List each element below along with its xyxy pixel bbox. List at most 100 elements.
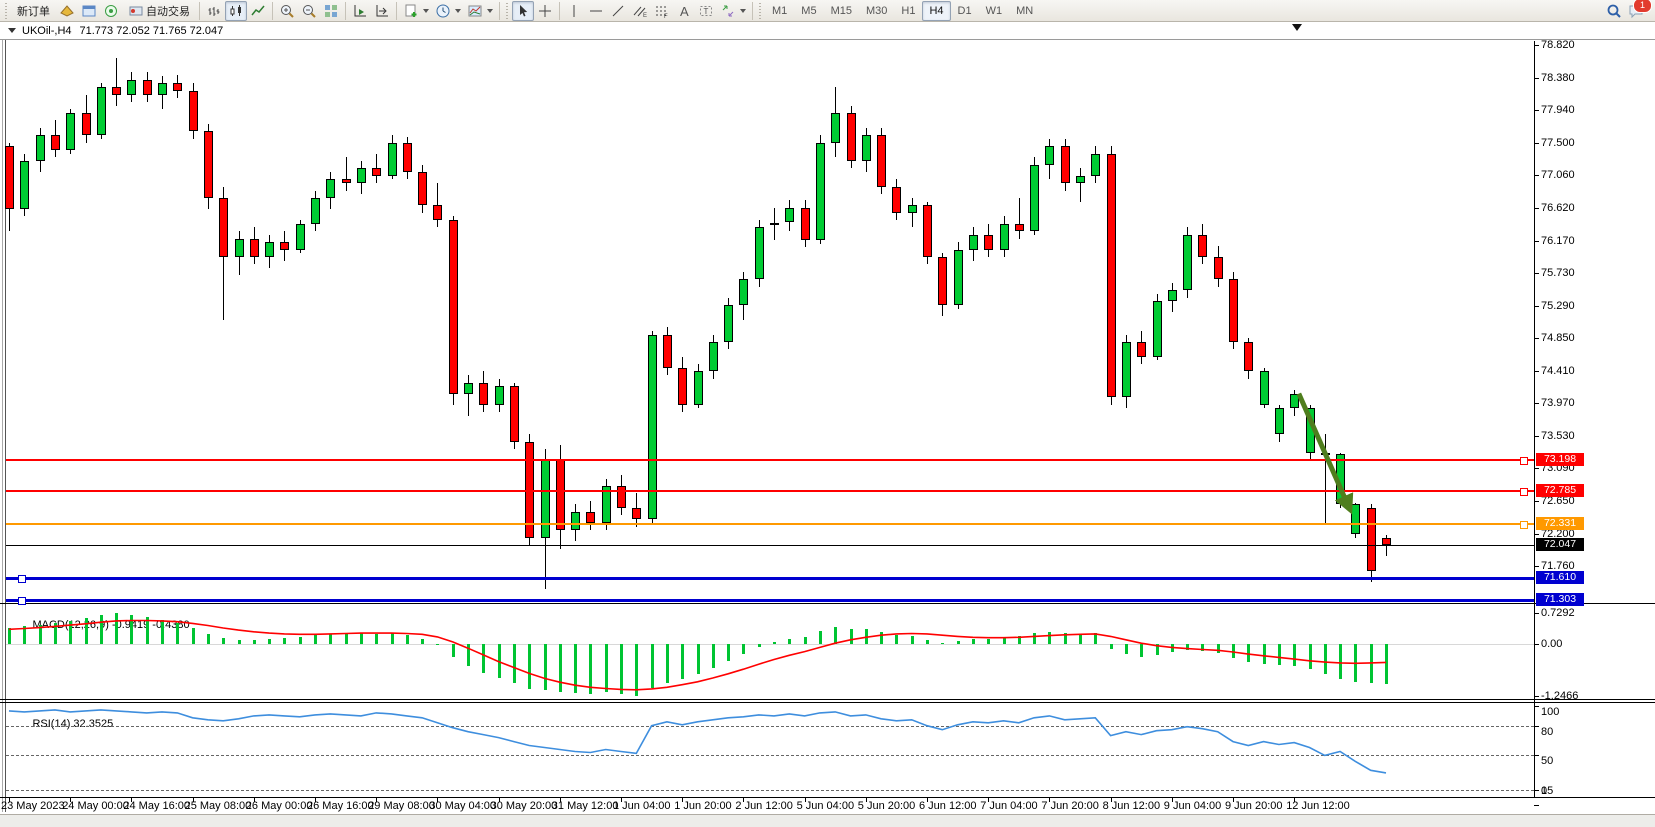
price-tag: 72.785 [1536, 484, 1584, 497]
pane-separator [0, 702, 1655, 703]
candle [801, 208, 810, 240]
macd-histogram-bar [391, 633, 394, 644]
y-axis-label: 73.530 [1541, 430, 1575, 442]
x-axis-label: 26 May 00:00 [246, 800, 313, 812]
candle [1045, 146, 1054, 164]
macd-histogram-bar [1156, 644, 1159, 655]
macd-histogram-bar [528, 644, 531, 689]
macd-histogram-bar [1385, 644, 1388, 684]
candle [969, 235, 978, 250]
rsi-level-line [6, 790, 1534, 791]
y-axis-tick [1534, 78, 1539, 79]
candle [862, 135, 871, 161]
macd-histogram-bar [1247, 644, 1250, 662]
macd-histogram-bar [605, 644, 608, 692]
chart-layer: MACD(12,26,9) -0.9419 -0.4380 RSI(14) 32… [0, 0, 1655, 827]
candle [1015, 224, 1024, 231]
price-hline[interactable] [6, 599, 1534, 602]
candle [1260, 371, 1269, 404]
macd-histogram-bar [1003, 638, 1006, 644]
macd-histogram-bar [85, 618, 88, 644]
price-hline[interactable] [6, 490, 1534, 492]
x-axis-label: 31 May 12:00 [552, 800, 619, 812]
candle [433, 205, 442, 220]
candle [51, 135, 60, 150]
hline-anchor[interactable] [18, 597, 26, 605]
candle [158, 83, 167, 94]
macd-histogram-bar [987, 639, 990, 644]
price-hline[interactable] [6, 523, 1534, 525]
x-axis-label: 1 Jun 04:00 [613, 800, 671, 812]
macd-histogram-bar [834, 627, 837, 644]
macd-histogram-bar [712, 644, 715, 668]
macd-histogram-bar [972, 639, 975, 644]
x-axis-label: 9 Jun 20:00 [1225, 800, 1283, 812]
candle [1275, 408, 1284, 434]
candle [127, 80, 136, 95]
window-left-border [2, 40, 3, 812]
hline-anchor[interactable] [1520, 521, 1528, 529]
macd-histogram-bar [406, 635, 409, 644]
macd-histogram-bar [436, 644, 439, 645]
macd-histogram-bar [865, 629, 868, 644]
macd-axis-tick [1534, 696, 1539, 697]
macd-histogram-bar [1018, 636, 1021, 644]
macd-histogram-bar [804, 637, 807, 644]
macd-histogram-bar [314, 635, 317, 644]
candle [495, 386, 504, 404]
candle [709, 342, 718, 372]
rsi-axis-label: 80 [1541, 726, 1553, 738]
candle [1107, 154, 1116, 398]
macd-histogram-bar [1232, 644, 1235, 658]
price-hline[interactable] [6, 459, 1534, 461]
trading-terminal: 新订单 自动交易 [0, 0, 1655, 827]
candle [1091, 154, 1100, 176]
macd-histogram-bar [788, 639, 791, 644]
candle [82, 113, 91, 135]
candle [342, 179, 351, 183]
macd-histogram-bar [69, 621, 72, 644]
macd-histogram-bar [957, 641, 960, 644]
macd-histogram-bar [559, 644, 562, 692]
rsi-axis-tick [1534, 755, 1539, 756]
price-hline[interactable] [6, 577, 1534, 580]
macd-histogram-bar [283, 638, 286, 644]
y-axis-tick [1534, 241, 1539, 242]
macd-histogram-bar [681, 644, 684, 679]
candle [464, 383, 473, 394]
y-axis-tick [1534, 110, 1539, 111]
rsi-axis-label: 100 [1541, 706, 1559, 718]
macd-histogram-bar [115, 613, 118, 644]
candle [954, 250, 963, 305]
x-axis-label: 24 May 00:00 [62, 800, 129, 812]
macd-histogram-bar [635, 644, 638, 696]
candle [739, 279, 748, 305]
macd-histogram-bar [697, 644, 700, 674]
candle [1061, 146, 1070, 183]
macd-histogram-bar [329, 634, 332, 645]
macd-histogram-bar [207, 634, 210, 645]
y-axis-tick [1534, 403, 1539, 404]
x-axis-label: 5 Jun 20:00 [858, 800, 916, 812]
x-axis-label: 25 May 08:00 [185, 800, 252, 812]
price-hline[interactable] [6, 545, 1534, 546]
candle [1168, 290, 1177, 301]
y-axis-tick [1534, 208, 1539, 209]
x-axis-label: 24 May 16:00 [123, 800, 190, 812]
price-tag: 72.331 [1536, 517, 1584, 530]
macd-histogram-bar [1339, 644, 1342, 679]
hline-anchor[interactable] [18, 575, 26, 583]
hline-anchor[interactable] [1520, 457, 1528, 465]
candle [785, 208, 794, 223]
candle-wick [912, 198, 913, 228]
candle [265, 242, 274, 257]
rsi-axis-tick [1534, 805, 1539, 806]
x-axis-label: 12 Jun 12:00 [1286, 800, 1350, 812]
hline-anchor[interactable] [1520, 488, 1528, 496]
candle [938, 257, 947, 305]
candle [694, 371, 703, 404]
y-axis-label: 76.170 [1541, 235, 1575, 247]
macd-histogram-bar [1293, 644, 1296, 666]
candle [112, 87, 121, 94]
candle [1336, 454, 1345, 504]
